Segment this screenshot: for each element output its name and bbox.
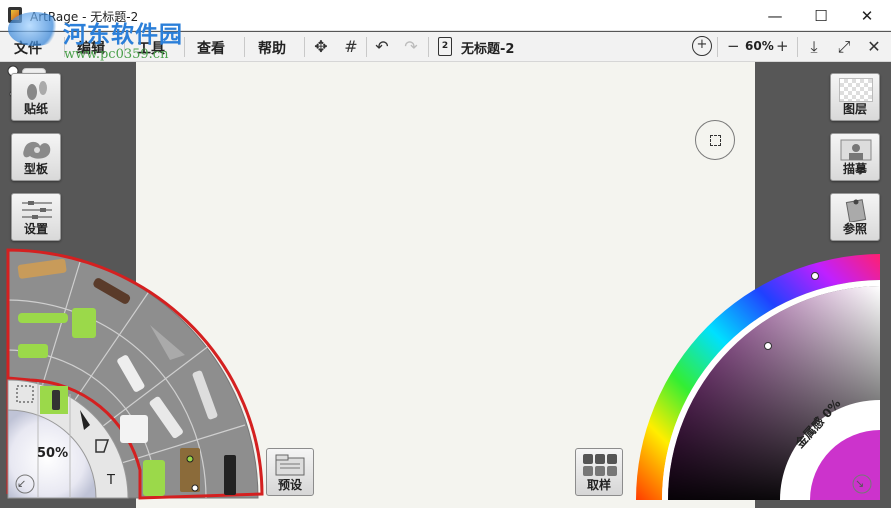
color-picker-wheel[interactable]	[630, 248, 891, 508]
menu-separator	[717, 37, 718, 57]
menu-separator	[428, 37, 429, 57]
portrait-icon	[840, 139, 872, 161]
sliders-icon	[22, 201, 52, 219]
menu-tools[interactable]: 工具	[137, 38, 165, 58]
folder-icon	[275, 454, 305, 476]
close-doc-icon[interactable]: ✕	[864, 37, 884, 57]
tracing-label: 描摹	[842, 162, 867, 176]
footprint-icon	[27, 81, 47, 100]
zoom-out-button[interactable]: −	[727, 37, 740, 55]
move-canvas-icon[interactable]: ✥	[311, 37, 331, 57]
redo-icon[interactable]: ↷	[401, 37, 421, 57]
menu-separator	[184, 37, 185, 57]
pinned-note-icon	[845, 199, 867, 222]
text-tool-label[interactable]: T	[107, 473, 115, 488]
stencils-label: 型板	[23, 162, 48, 176]
undo-icon[interactable]: ↶	[372, 37, 392, 57]
presets-label: 预设	[277, 478, 302, 492]
settings-button[interactable]: 设置	[11, 193, 61, 241]
fullscreen-icon[interactable]: ⤢	[834, 37, 854, 57]
artrage-window: ArtRage - 无标题-2 — ☐ ✕ 文件 编辑 工具 查看 帮助 ✥ #…	[0, 0, 891, 508]
maximize-button[interactable]: ☐	[798, 0, 844, 31]
samples-button[interactable]: 取样	[575, 448, 623, 496]
grid-icon[interactable]: #	[341, 37, 361, 57]
menu-separator	[64, 37, 65, 57]
document-icon: 2	[438, 37, 452, 56]
reference-button[interactable]: 参照	[830, 193, 880, 241]
menu-edit[interactable]: 编辑	[77, 38, 105, 58]
menu-separator	[244, 37, 245, 57]
title-bar: ArtRage - 无标题-2 — ☐ ✕	[0, 0, 891, 31]
menu-separator	[304, 37, 305, 57]
zoom-in-button[interactable]: +	[776, 37, 789, 55]
settings-label: 设置	[23, 222, 48, 236]
close-window-button[interactable]: ✕	[844, 0, 890, 31]
samples-label: 取样	[586, 478, 611, 492]
document-title: 无标题-2	[461, 42, 515, 57]
presets-button[interactable]: 预设	[266, 448, 314, 496]
layers-icon	[839, 78, 873, 102]
download-icon[interactable]: ⤓	[804, 37, 824, 57]
stencil-icon	[23, 141, 51, 159]
brush-size-value: 50%	[37, 446, 69, 461]
menu-view[interactable]: 查看	[197, 38, 225, 58]
menu-separator	[366, 37, 367, 57]
swatch-grid-icon	[583, 454, 617, 476]
menu-separator	[124, 37, 125, 57]
window-title: ArtRage - 无标题-2	[30, 10, 139, 24]
stencils-button[interactable]: 型板	[11, 133, 61, 181]
layers-button[interactable]: 图层	[830, 73, 880, 121]
layers-label: 图层	[842, 102, 867, 116]
stickers-button[interactable]: 贴纸	[11, 73, 61, 121]
tool-picker-wheel[interactable]	[0, 240, 270, 508]
stickers-label: 贴纸	[23, 102, 48, 116]
collapse-colors-icon[interactable]: ↘	[855, 477, 864, 490]
recenter-canvas-icon[interactable]	[695, 120, 735, 160]
collapse-tools-icon[interactable]: ↙	[17, 477, 26, 490]
menu-separator	[797, 37, 798, 57]
tracing-button[interactable]: 描摹	[830, 133, 880, 181]
reference-label: 参照	[842, 222, 867, 236]
zoom-level: 60%	[745, 39, 774, 53]
minimize-button[interactable]: —	[752, 0, 798, 31]
app-logo-icon	[8, 7, 22, 23]
canvas-settings-icon[interactable]: +	[692, 36, 712, 56]
menu-file[interactable]: 文件	[14, 38, 42, 58]
menu-help[interactable]: 帮助	[258, 38, 286, 58]
